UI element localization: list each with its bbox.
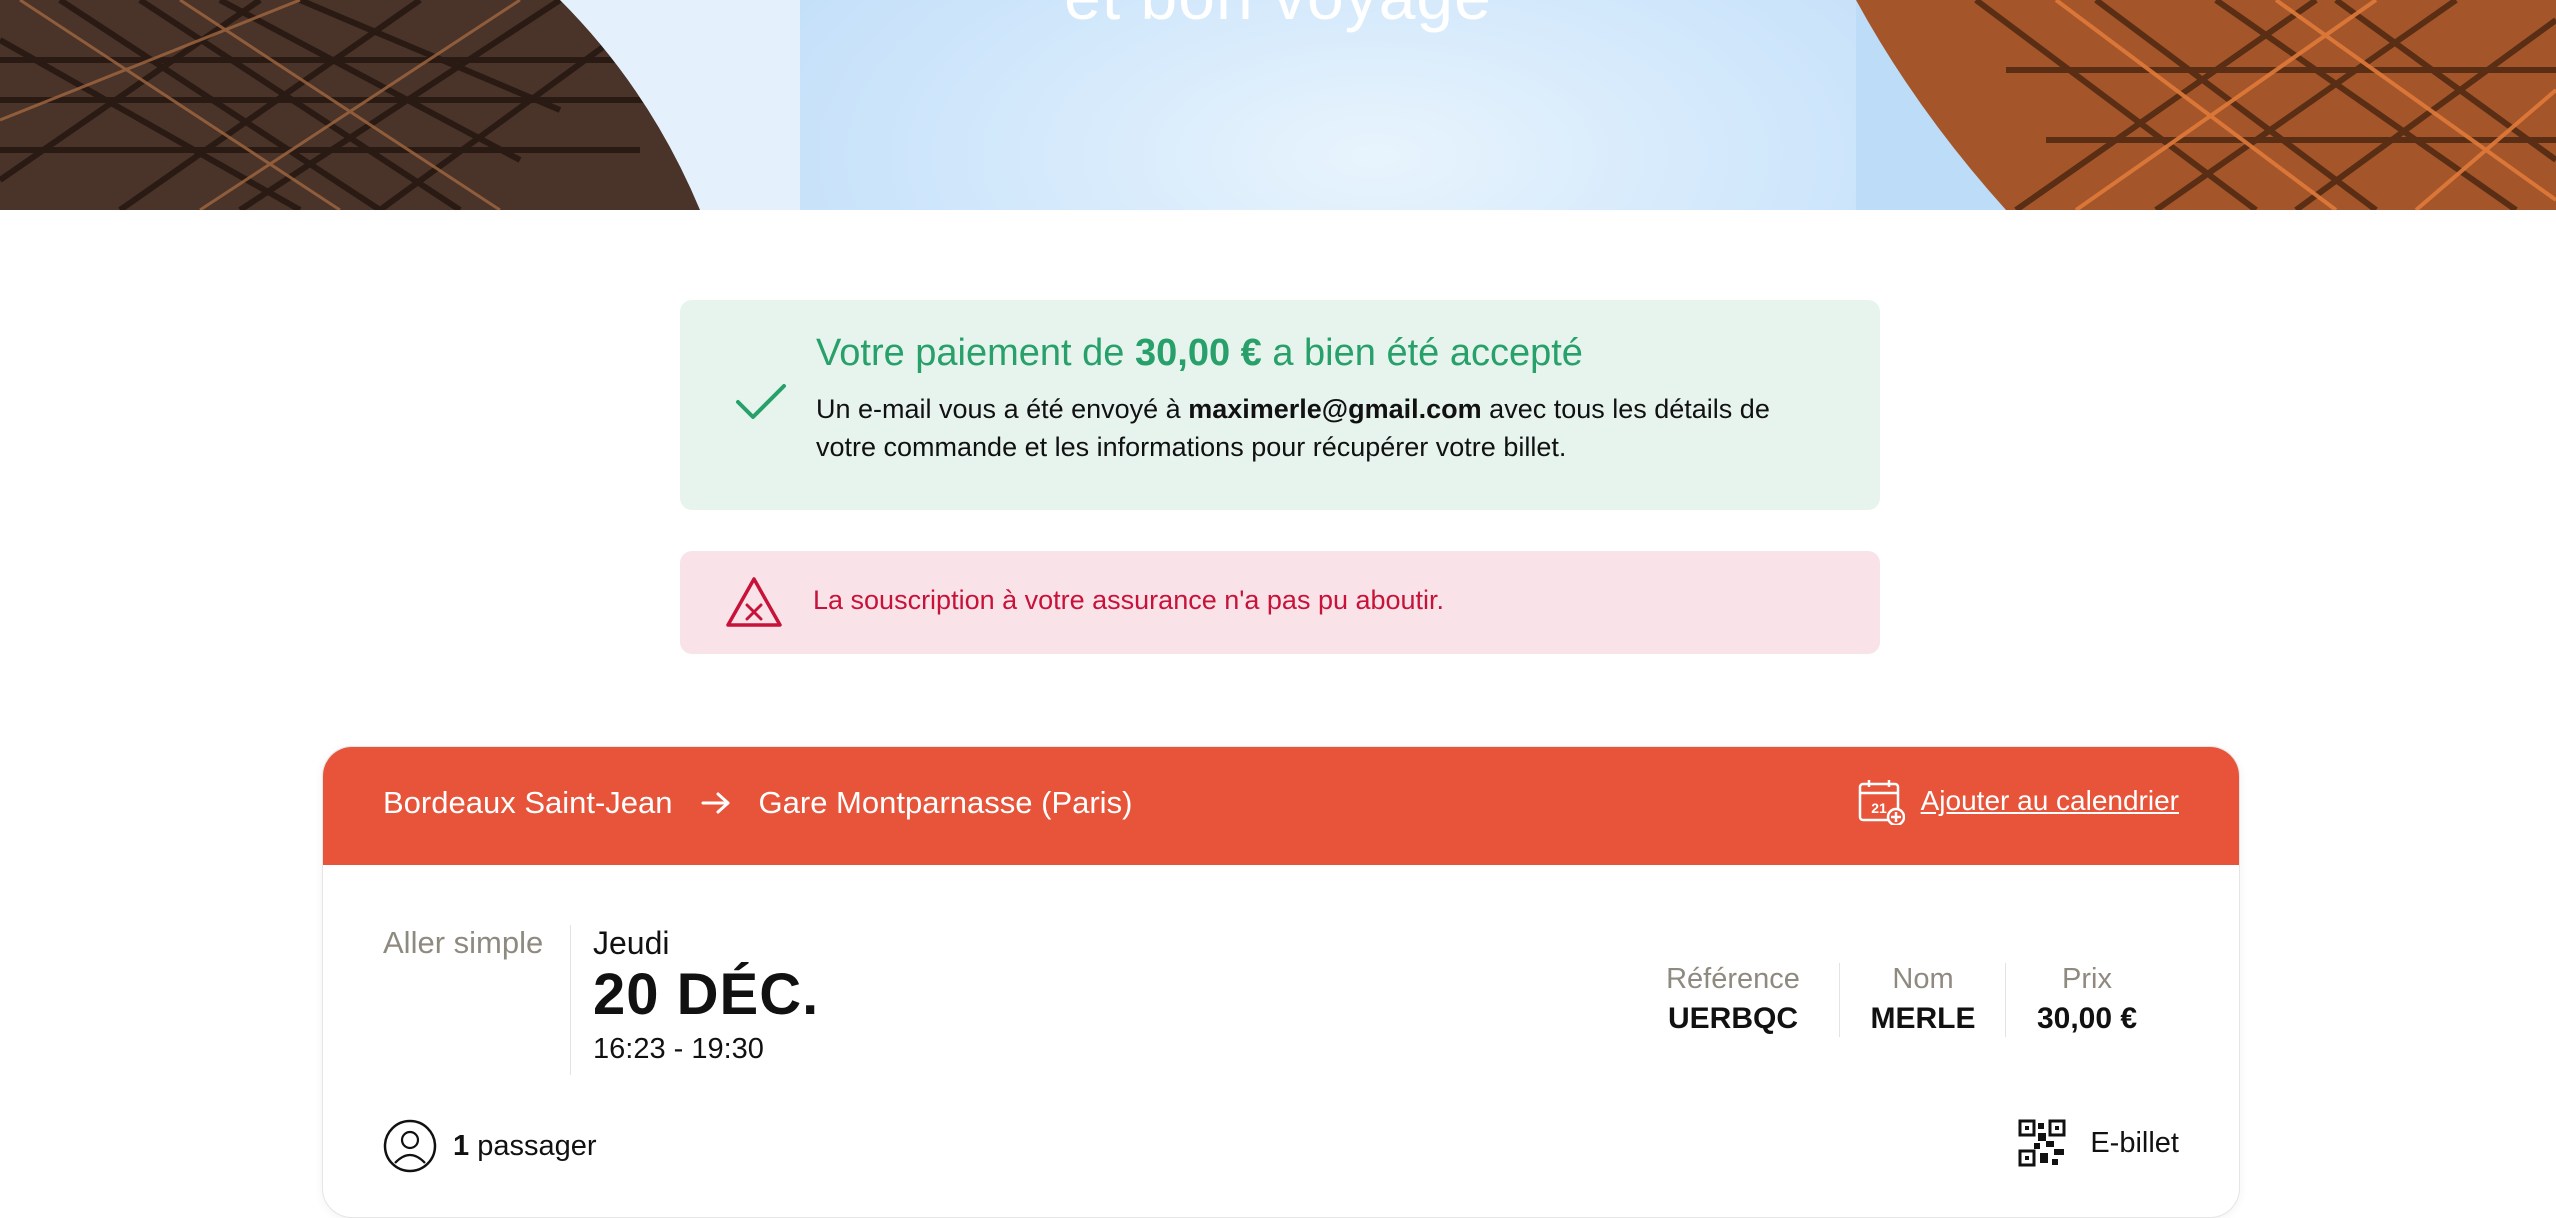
price-value: 30,00 €: [2036, 1002, 2138, 1035]
travel-time: 16:23 - 19:30: [593, 1033, 764, 1065]
trip-type: Aller simple: [383, 925, 544, 960]
insurance-error-message: La souscription à votre assurance n'a pa…: [813, 585, 1445, 615]
passenger-label: passager: [469, 1129, 597, 1162]
price-label: Prix: [2062, 963, 2112, 995]
divider: [2005, 963, 2006, 1037]
name-value: MERLE: [1870, 1002, 1976, 1035]
name-label: Nom: [1892, 963, 1954, 995]
eticket-info: E-billet: [2018, 1119, 2179, 1167]
arrow-right-icon: [701, 792, 730, 814]
passenger-info: 1 passager: [383, 1119, 597, 1173]
origin-station: Bordeaux Saint-Jean: [383, 785, 673, 820]
trip-card: Bordeaux Saint-Jean Gare Montparnasse (P…: [322, 746, 2240, 1218]
ticket-type: E-billet: [2090, 1126, 2179, 1159]
travel-day: Jeudi: [593, 925, 670, 961]
reference-value: UERBQC: [1667, 1002, 1798, 1035]
hero-title: et bon voyage: [0, 0, 2556, 36]
reference-label: Référence: [1666, 963, 1800, 995]
trip-card-header: Bordeaux Saint-Jean Gare Montparnasse (P…: [323, 747, 2239, 865]
warning-triangle-icon: [726, 577, 782, 627]
payment-success-message: Un e-mail vous a été envoyé à maximerle@…: [816, 394, 1770, 462]
travel-date: 20 DÉC.: [593, 962, 820, 1027]
user-icon: [383, 1119, 437, 1173]
calendar-add-icon: 21: [1858, 780, 1905, 825]
destination-station: Gare Montparnasse (Paris): [758, 785, 1133, 820]
divider: [570, 925, 571, 1075]
name-block: Nom MERLE: [1863, 963, 1983, 1036]
divider: [1839, 963, 1840, 1037]
payment-success-title: Votre paiement de 30,00 € a bien été acc…: [816, 332, 1583, 374]
customer-email: maximerle@gmail.com: [1188, 394, 1482, 424]
reference-block: Référence UERBQC: [1663, 963, 1803, 1036]
qr-code-icon: [2018, 1119, 2066, 1167]
route: Bordeaux Saint-Jean Gare Montparnasse (P…: [383, 785, 1132, 821]
checkmark-icon: [736, 384, 786, 419]
calendar-icon-day: 21: [1871, 800, 1887, 816]
add-to-calendar[interactable]: 21 Ajouter au calendrier: [1857, 777, 2179, 825]
insurance-error-alert: La souscription à votre assurance n'a pa…: [680, 551, 1880, 654]
payment-success-alert: Votre paiement de 30,00 € a bien été acc…: [680, 300, 1880, 510]
add-to-calendar-link[interactable]: Ajouter au calendrier: [1921, 785, 2179, 817]
price-block: Prix 30,00 €: [2029, 963, 2145, 1036]
hero-banner: et bon voyage: [0, 0, 2556, 210]
passenger-count: 1: [453, 1129, 470, 1162]
payment-amount: 30,00 €: [1135, 332, 1262, 374]
